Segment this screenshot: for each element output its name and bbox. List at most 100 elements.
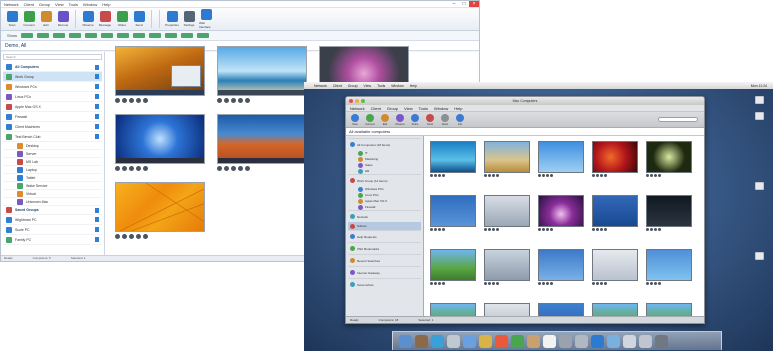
action-icon[interactable] <box>650 282 653 285</box>
computer-thumbnail[interactable] <box>484 141 530 177</box>
action-icon[interactable] <box>600 228 603 231</box>
dock-app-icon[interactable] <box>511 335 524 348</box>
action-icon[interactable] <box>442 174 445 177</box>
toolbar-button[interactable]: Connect <box>22 11 36 27</box>
desktop-drive-icon[interactable] <box>755 96 764 104</box>
action-icon[interactable] <box>592 282 595 285</box>
computer-thumbnail[interactable] <box>592 195 638 231</box>
action-icon[interactable] <box>538 174 541 177</box>
action-icon[interactable] <box>592 174 595 177</box>
sidebar-item[interactable]: Wightman PC <box>3 215 102 225</box>
action-icon[interactable] <box>654 282 657 285</box>
action-icon[interactable] <box>596 282 599 285</box>
action-icon[interactable] <box>654 174 657 177</box>
action-icon[interactable] <box>646 174 649 177</box>
action-icon[interactable] <box>546 174 549 177</box>
action-icon[interactable] <box>492 228 495 231</box>
action-icon[interactable] <box>658 228 661 231</box>
minimize-icon[interactable]: – <box>449 1 459 7</box>
toolbar-button[interactable]: Share <box>115 11 129 27</box>
toolbar-button[interactable]: Scan <box>5 11 19 27</box>
toolbar-button[interactable]: Observe <box>395 113 405 126</box>
menubar-item[interactable]: View <box>364 84 372 88</box>
toolbar-button[interactable]: Remote <box>56 11 70 27</box>
toolbar-button[interactable]: Notes <box>440 113 450 126</box>
action-icon[interactable] <box>442 228 445 231</box>
action-icon[interactable] <box>434 228 437 231</box>
sidebar-search-input[interactable]: Search <box>3 54 102 60</box>
action-icon[interactable] <box>542 282 545 285</box>
sidebar-item[interactable]: VNC Bookmarks <box>348 242 421 254</box>
filter-chip[interactable] <box>53 33 66 38</box>
action-icon[interactable] <box>442 282 445 285</box>
action-icon[interactable] <box>650 174 653 177</box>
action-icon[interactable] <box>542 174 545 177</box>
filter-chip[interactable] <box>181 33 194 38</box>
filter-chip[interactable] <box>69 33 82 38</box>
filter-chip[interactable] <box>133 33 146 38</box>
sidebar-item[interactable]: Unknown Mac <box>3 198 102 206</box>
toolbar-button[interactable]: Settings <box>182 11 196 27</box>
menubar-item[interactable]: Group <box>348 84 358 88</box>
menu-item[interactable]: Network <box>4 2 19 7</box>
sidebar-item[interactable]: Virtual <box>3 190 102 198</box>
sidebar-item[interactable]: Test Bench Club <box>3 132 102 142</box>
action-icon[interactable] <box>484 282 487 285</box>
sidebar-item[interactable]: Family PC <box>3 235 102 245</box>
action-icon[interactable] <box>546 228 549 231</box>
filter-chip[interactable] <box>197 33 210 38</box>
desktop-drive-icon[interactable] <box>755 112 764 120</box>
dock-app-icon[interactable] <box>479 335 492 348</box>
filter-chip[interactable] <box>165 33 178 38</box>
sidebar-item[interactable]: Laptop <box>3 166 102 174</box>
computer-thumbnail[interactable] <box>646 249 692 285</box>
dock-app-icon[interactable] <box>559 335 572 348</box>
action-icon[interactable] <box>546 282 549 285</box>
sidebar-item[interactable]: Firewall <box>3 112 102 122</box>
sidebar-item[interactable]: Saved Groups <box>3 206 102 215</box>
dock-app-icon[interactable] <box>655 335 668 348</box>
action-icon[interactable] <box>658 174 661 177</box>
action-icon[interactable] <box>492 174 495 177</box>
action-icon[interactable] <box>592 228 595 231</box>
sidebar-item[interactable]: Subnet <box>348 222 421 230</box>
action-icon[interactable] <box>434 282 437 285</box>
menu-item[interactable]: Group <box>39 2 50 7</box>
menu-item[interactable]: Client <box>371 106 381 111</box>
sidebar-item[interactable]: Wake Service <box>3 182 102 190</box>
computer-thumbnail[interactable] <box>115 114 205 171</box>
action-icon[interactable] <box>596 174 599 177</box>
sidebar-item[interactable]: Help Requests <box>348 230 421 242</box>
sidebar-item[interactable]: Desktop <box>3 142 102 150</box>
menu-item[interactable]: Group <box>387 106 398 111</box>
menu-item[interactable]: Help <box>454 106 462 111</box>
search-input[interactable] <box>658 117 698 122</box>
computer-thumbnail[interactable] <box>115 46 205 103</box>
computer-thumbnail[interactable] <box>592 249 638 285</box>
toolbar-button[interactable]: Share <box>410 113 420 126</box>
toolbar-button[interactable]: Send <box>425 113 435 126</box>
sidebar-item[interactable]: All Computers (18 Items) <box>348 138 421 150</box>
menubar-item[interactable]: Help <box>410 84 417 88</box>
dock-app-icon[interactable] <box>527 335 540 348</box>
dock-app-icon[interactable] <box>399 335 412 348</box>
sidebar-item[interactable]: Apple Mac OS X <box>3 102 102 112</box>
filter-chip[interactable] <box>101 33 114 38</box>
filter-chip[interactable] <box>85 33 98 38</box>
filter-chip[interactable] <box>149 33 162 38</box>
toolbar-button[interactable]: Edit <box>39 11 53 27</box>
toolbar-button[interactable]: Web Interface <box>199 9 213 29</box>
action-icon[interactable] <box>484 228 487 231</box>
action-icon[interactable] <box>496 282 499 285</box>
computer-thumbnail[interactable] <box>115 182 205 239</box>
menu-item[interactable]: Client <box>24 2 34 7</box>
close-icon[interactable]: × <box>469 1 479 7</box>
action-icon[interactable] <box>550 228 553 231</box>
action-icon[interactable] <box>488 174 491 177</box>
action-icon[interactable] <box>492 282 495 285</box>
sidebar-item[interactable]: All Computers <box>3 63 102 72</box>
action-icon[interactable] <box>646 282 649 285</box>
menu-item[interactable]: Network <box>350 106 365 111</box>
sidebar-item[interactable]: Screenshots <box>348 278 421 290</box>
sidebar-item[interactable]: Windows PCs <box>3 82 102 92</box>
